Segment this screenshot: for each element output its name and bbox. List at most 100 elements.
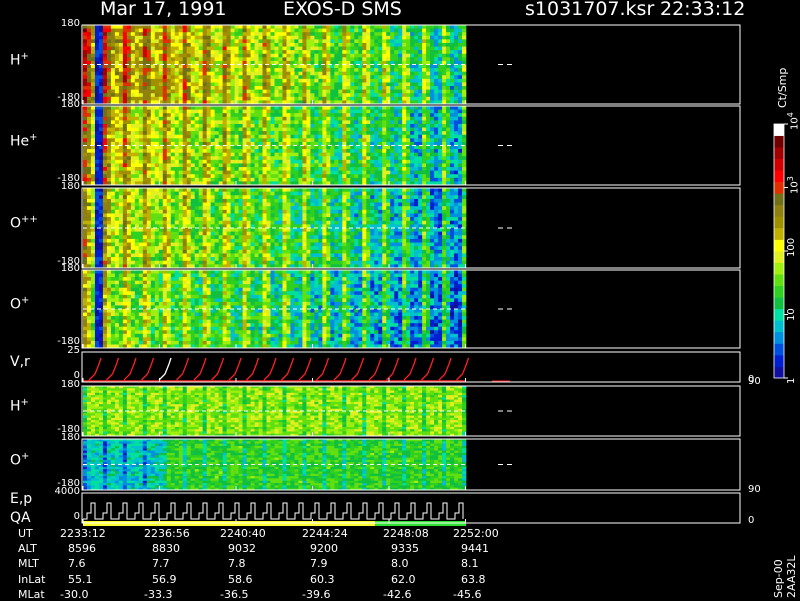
spectrogram-cell: [166, 35, 172, 40]
spectrogram-cell: [246, 127, 251, 132]
spectrogram-cell: [190, 149, 196, 153]
spectrogram-cell: [142, 28, 148, 33]
spectrogram-cell: [206, 198, 211, 203]
spectrogram-cell: [346, 123, 351, 128]
spectrogram-cell: [362, 170, 367, 175]
spectrogram-cell: [234, 127, 239, 132]
spectrogram-cell: [146, 246, 152, 251]
spectrogram-cell: [106, 120, 112, 125]
spectrogram-cell: [246, 152, 251, 157]
spectrogram-cell: [98, 246, 104, 251]
spectrogram-cell: [378, 25, 383, 29]
spectrogram-cell: [126, 188, 132, 192]
spectrogram-cell: [426, 86, 431, 90]
spectrogram-cell: [378, 109, 383, 114]
spectrogram-cell: [354, 25, 359, 29]
spectrogram-cell: [134, 159, 140, 164]
spectrogram-cell: [362, 131, 367, 136]
spectrogram-cell: [430, 71, 435, 76]
spectrogram-cell: [434, 39, 439, 44]
spectrogram-cell: [138, 116, 144, 121]
spectrogram-cell: [446, 123, 451, 128]
spectrogram-cell: [338, 25, 343, 29]
spectrogram-cell: [366, 116, 371, 121]
spectrogram-cell: [294, 113, 299, 118]
spectrogram-cell: [90, 253, 96, 258]
spectrogram-cell: [258, 75, 263, 80]
spectrogram-cell: [174, 213, 180, 218]
spectrogram-cell: [122, 57, 128, 62]
spectrogram-cell: [142, 235, 148, 240]
spectrogram-cell: [190, 209, 196, 214]
spectrogram-cell: [170, 260, 176, 265]
spectrogram-cell: [418, 82, 423, 87]
spectrogram-cell: [254, 32, 259, 37]
spectrogram-cell: [90, 260, 96, 265]
spectrogram-cell: [150, 32, 156, 37]
spectrogram-cell: [262, 35, 267, 40]
spectrogram-cell: [150, 109, 156, 114]
spectrogram-cell: [262, 53, 267, 58]
spectrogram-cell: [374, 86, 379, 90]
spectrogram-cell: [410, 170, 415, 175]
spectrogram-cell: [86, 217, 92, 222]
spectrogram-cell: [162, 109, 168, 114]
spectrogram-cell: [202, 138, 207, 143]
spectrogram-cell: [378, 127, 383, 132]
spectrogram-cell: [186, 53, 192, 58]
spectrogram-cell: [362, 123, 367, 128]
spectrogram-cell: [83, 75, 88, 80]
spectrogram-cell: [230, 109, 235, 114]
spectrogram-cell: [426, 177, 431, 182]
spectrogram-cell: [186, 213, 192, 218]
spectrogram-cell: [206, 220, 211, 225]
spectrogram-cell: [266, 109, 271, 114]
spectrogram-cell: [190, 235, 196, 240]
spectrogram-cell: [106, 167, 112, 171]
spectrogram-cell: [462, 71, 467, 76]
spectrogram-cell: [86, 89, 92, 94]
spectrogram-cell: [190, 131, 196, 136]
spectrogram-cell: [162, 50, 168, 55]
spectrogram-cell: [83, 257, 88, 262]
spectrogram-cell: [114, 167, 120, 171]
spectrogram-cell: [266, 174, 271, 179]
spectrogram-cell: [166, 25, 172, 29]
spectrogram-cell: [454, 50, 459, 55]
spectrogram-cell: [262, 163, 267, 168]
spectrogram-cell: [146, 50, 152, 55]
spectrogram-cell: [83, 96, 88, 101]
spectrogram-cell: [350, 138, 355, 143]
spectrogram-cell: [166, 198, 172, 203]
spectrogram-cell: [83, 213, 88, 218]
spectrogram-cell: [102, 149, 108, 153]
spectrogram-cell: [438, 25, 443, 29]
spectrogram-cell: [386, 28, 391, 33]
spectrogram-cell: [242, 109, 247, 114]
spectrogram-cell: [334, 46, 339, 51]
spectrogram-cell: [358, 149, 363, 153]
spectrogram-cell: [178, 220, 184, 225]
spectrogram-cell: [450, 89, 455, 94]
spectrogram-cell: [450, 28, 455, 33]
spectrogram-cell: [130, 145, 136, 150]
spectrogram-cell: [378, 64, 383, 69]
spectrogram-cell: [282, 28, 287, 33]
spectrogram-cell: [398, 46, 403, 51]
spectrogram-cell: [210, 96, 215, 101]
spectrogram-cell: [322, 123, 327, 128]
spectrogram-cell: [390, 149, 395, 153]
spectrogram-cell: [294, 163, 299, 168]
spectrogram-cell: [346, 53, 351, 58]
spectrogram-cell: [342, 109, 347, 114]
spectrogram-cell: [162, 138, 168, 143]
spectrogram-cell: [426, 127, 431, 132]
spectrogram-cell: [350, 109, 355, 114]
spectrogram-cell: [278, 156, 283, 161]
spectrogram-cell: [178, 198, 184, 203]
spectrogram-cell: [358, 131, 363, 136]
spectrogram-cell: [110, 231, 116, 236]
spectrogram-cell: [438, 42, 443, 47]
spectrogram-cell: [122, 170, 128, 175]
spectrogram-cell: [454, 46, 459, 51]
